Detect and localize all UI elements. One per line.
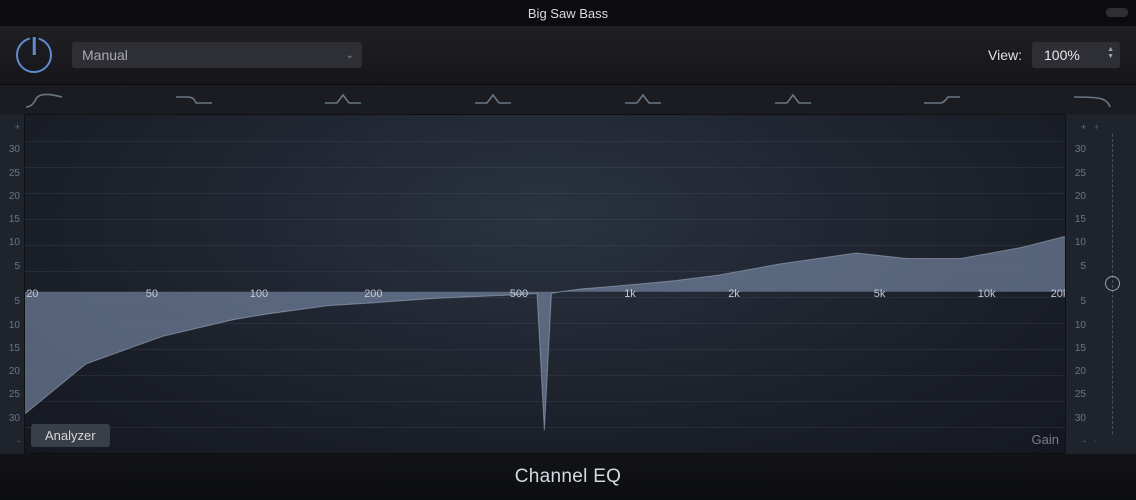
freq-tick: 10k (978, 288, 996, 300)
window-titlebar: Big Saw Bass (0, 0, 1136, 26)
db-tick: 20 (1075, 191, 1090, 202)
db-tick: 10 (1075, 320, 1090, 331)
db-tick: 15 (1075, 343, 1090, 354)
freq-tick: 50 (146, 288, 158, 300)
freq-tick: 5k (874, 288, 886, 300)
band-lowpass-icon[interactable] (1072, 91, 1112, 109)
preset-title: Big Saw Bass (528, 6, 608, 21)
db-tick: 30 (1075, 413, 1090, 424)
window-grip[interactable] (1106, 8, 1128, 17)
db-tick: 5 (14, 296, 24, 307)
band-highshelf-icon[interactable] (922, 91, 962, 109)
db-tick: 10 (1075, 237, 1090, 248)
band-bell1-icon[interactable] (323, 91, 363, 109)
master-gain-column: +- (1090, 114, 1136, 454)
eq-curve-svg (25, 115, 1065, 454)
db-tick: 10 (9, 320, 24, 331)
eq-graph[interactable]: 20 50 100 200 500 1k 2k 5k 10k 20k Analyzer Gain (24, 114, 1066, 454)
db-tick: 10 (9, 237, 24, 248)
db-tick: 15 (9, 214, 24, 225)
band-bell4-icon[interactable] (773, 91, 813, 109)
view-label: View: (988, 47, 1022, 63)
freq-tick: 20k (1051, 288, 1066, 300)
chevron-down-icon: ⌄ (346, 50, 354, 61)
db-tick: 15 (1075, 214, 1090, 225)
gain-label: Gain (1032, 432, 1059, 447)
db-tick: 30 (9, 144, 24, 155)
band-bell2-icon[interactable] (473, 91, 513, 109)
db-tick: 20 (9, 366, 24, 377)
db-tick: 20 (9, 191, 24, 202)
db-tick: 30 (1075, 144, 1090, 155)
db-tick: 25 (9, 389, 24, 400)
plugin-header: Manual ⌄ View: 100% ▲▼ (0, 26, 1136, 84)
freq-tick: 100 (250, 288, 268, 300)
db-tick: - (17, 436, 24, 446)
db-tick: 5 (14, 261, 24, 272)
view-control: View: 100% ▲▼ (988, 42, 1120, 68)
freq-tick: 500 (510, 288, 528, 300)
band-icon-row (0, 84, 1136, 114)
gain-scale-ticks: +- (1094, 122, 1102, 446)
plugin-name: Channel EQ (515, 466, 622, 488)
db-scale-right: +30 25 20 15 10 5 5 10 15 20 25 30 - (1066, 114, 1090, 454)
db-scale-left: +30 25 20 15 10 5 5 10 15 20 25 30 - (0, 114, 24, 454)
db-tick: 30 (9, 413, 24, 424)
band-bell3-icon[interactable] (623, 91, 663, 109)
db-tick: + (1081, 122, 1090, 132)
band-lowshelf-icon[interactable] (174, 91, 214, 109)
freq-tick: 200 (364, 288, 382, 300)
stepper-icon: ▲▼ (1107, 46, 1114, 60)
db-tick: - (1083, 436, 1090, 446)
gain-slider-knob[interactable] (1105, 276, 1120, 291)
freq-tick: 1k (624, 288, 636, 300)
view-zoom-select[interactable]: 100% ▲▼ (1032, 42, 1120, 68)
db-tick: 5 (1080, 296, 1090, 307)
eq-graph-area: +30 25 20 15 10 5 5 10 15 20 25 30 - 20 50 100 200 500 1k… (0, 114, 1136, 454)
db-tick: 15 (9, 343, 24, 354)
db-tick: 25 (1075, 389, 1090, 400)
db-tick: 25 (9, 168, 24, 179)
db-tick: 20 (1075, 366, 1090, 377)
view-zoom-value: 100% (1044, 47, 1080, 63)
preset-selector[interactable]: Manual ⌄ (72, 42, 362, 68)
plugin-footer: Channel EQ (0, 454, 1136, 500)
db-tick: + (15, 122, 24, 132)
band-highpass-icon[interactable] (24, 91, 64, 109)
preset-label: Manual (82, 47, 128, 63)
db-tick: 25 (1075, 168, 1090, 179)
freq-tick: 20 (26, 288, 38, 300)
db-tick: 5 (1080, 261, 1090, 272)
power-button[interactable] (16, 37, 52, 73)
analyzer-button[interactable]: Analyzer (31, 424, 110, 447)
freq-tick: 2k (728, 288, 740, 300)
